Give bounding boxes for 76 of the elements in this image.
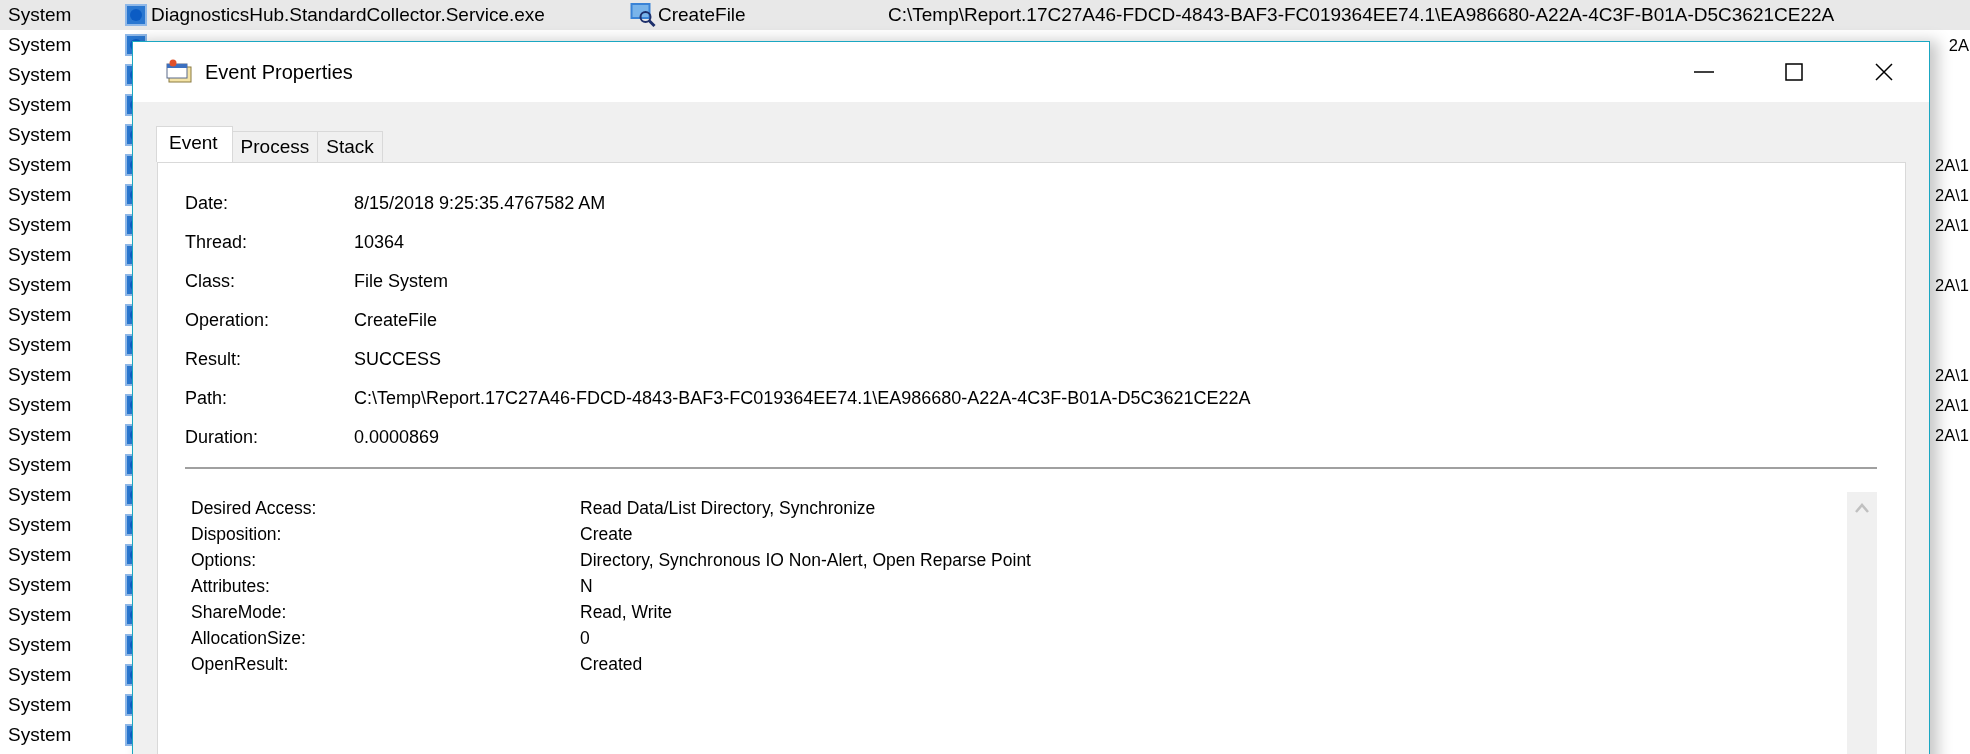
field-label: Path: [185, 387, 229, 410]
close-icon [1874, 62, 1894, 82]
maximize-icon [1784, 62, 1804, 82]
detail-label: Options: [191, 549, 258, 572]
list-cell-text: System [7, 394, 73, 416]
list-cell-text: System [7, 184, 73, 206]
list-cell-text: System [7, 274, 73, 296]
list-cell-text: System [7, 34, 73, 56]
list-cell-text: System [7, 424, 73, 446]
list-cell-text: System [7, 94, 73, 116]
list-cell-text: System [7, 124, 73, 146]
field-value: C:\Temp\Report.17C27A46-FDCD-4843-BAF3-FC019364EE74.1\EA986680-A22A-4C3F-B01A-D5C3621CE22A [354, 387, 1252, 410]
list-cell-text: System [7, 544, 73, 566]
list-cell-text: System [7, 154, 73, 176]
list-cell: 2A [1948, 35, 1970, 55]
list-cell: 2A\1 [1935, 425, 1970, 445]
list-cell-text: System [7, 604, 73, 626]
list-cell: 2A\1 [1935, 215, 1970, 235]
list-cell-text: System [7, 214, 73, 236]
list-cell-text: System [7, 694, 73, 716]
window-icon [165, 59, 193, 85]
detail-value: N [580, 575, 594, 598]
list-cell-text: System [7, 454, 73, 476]
detail-label: OpenResult: [191, 653, 290, 676]
detail-value: Read Data/List Directory, Synchronize [580, 497, 877, 520]
list-cell: C:\Temp\Report.17C27A46-FDCD-4843-BAF3-FC019364EE74.1\EA986680-A22A-4C3F-B01A-D5C3621CE22A [888, 4, 1835, 26]
list-cell-text: DiagnosticsHub.StandardCollector.Service.exe [150, 4, 546, 26]
list-cell: 2A\1 [1935, 185, 1970, 205]
list-cell: 2A\1 [1935, 365, 1970, 385]
list-cell-text: System [7, 304, 73, 326]
list-cell-text: System [7, 334, 73, 356]
detail-value: Created [580, 653, 644, 676]
list-row[interactable]: System DiagnosticsHub.StandardCollector.Service.exe CreateFile C:\Temp\Report.17C27A46-FDCD-4843-BAF3-FC019364EE74.1\EA986680-A22A-4C3F-B01A-D5C3621CE22A [0, 0, 1970, 30]
field-label: Operation: [185, 309, 271, 332]
field-label: Class: [185, 270, 236, 293]
list-cell-text: System [7, 64, 73, 86]
detail-value: Read, Write [580, 601, 674, 624]
field-label: Duration: [185, 426, 260, 449]
list-cell-text: System [7, 724, 73, 746]
field-value: SUCCESS [354, 348, 443, 371]
list-cell-text: CreateFile [657, 4, 747, 26]
detail-label: Desired Access: [191, 497, 318, 520]
list-cell-text: System [7, 664, 73, 686]
field-value: File System [354, 270, 450, 293]
scrollbar[interactable] [1847, 492, 1877, 754]
window-title: Event Properties [205, 60, 354, 84]
field-value: 8/15/2018 9:25:35.4767582 AM [354, 192, 607, 215]
detail-value: Create [580, 523, 634, 546]
detail-label: ShareMode: [191, 601, 288, 624]
detail-value: 0 [580, 627, 591, 650]
field-label: Thread: [185, 231, 249, 254]
list-cell-text: System [7, 4, 73, 26]
list-cell-text: System [7, 364, 73, 386]
list-cell: 2A\1 [1935, 155, 1970, 175]
minimize-icon [1694, 71, 1714, 73]
process-icon [123, 3, 149, 27]
list-cell-text: System [7, 484, 73, 506]
field-value: CreateFile [354, 309, 439, 332]
field-value: 10364 [354, 231, 406, 254]
list-cell: 2A\1 [1935, 395, 1970, 415]
scroll-up-icon [1854, 502, 1870, 514]
list-cell-text: System [7, 574, 73, 596]
field-label: Date: [185, 192, 230, 215]
detail-label: AllocationSize: [191, 627, 307, 650]
file-operation-icon [629, 2, 656, 28]
field-value: 0.0000869 [354, 426, 441, 449]
tab[interactable]: Stack [317, 131, 383, 162]
list-cell: 2A\1 [1935, 275, 1970, 295]
list-cell-text: System [7, 514, 73, 536]
field-label: Result: [185, 348, 243, 371]
list-cell-text: System [7, 634, 73, 656]
detail-label: Attributes: [191, 575, 271, 598]
list-cell-text: System [7, 244, 73, 266]
tab[interactable]: Event [156, 126, 233, 162]
detail-value: Directory, Synchronous IO Non-Alert, Open Reparse Point [580, 549, 1032, 572]
detail-label: Disposition: [191, 523, 283, 546]
